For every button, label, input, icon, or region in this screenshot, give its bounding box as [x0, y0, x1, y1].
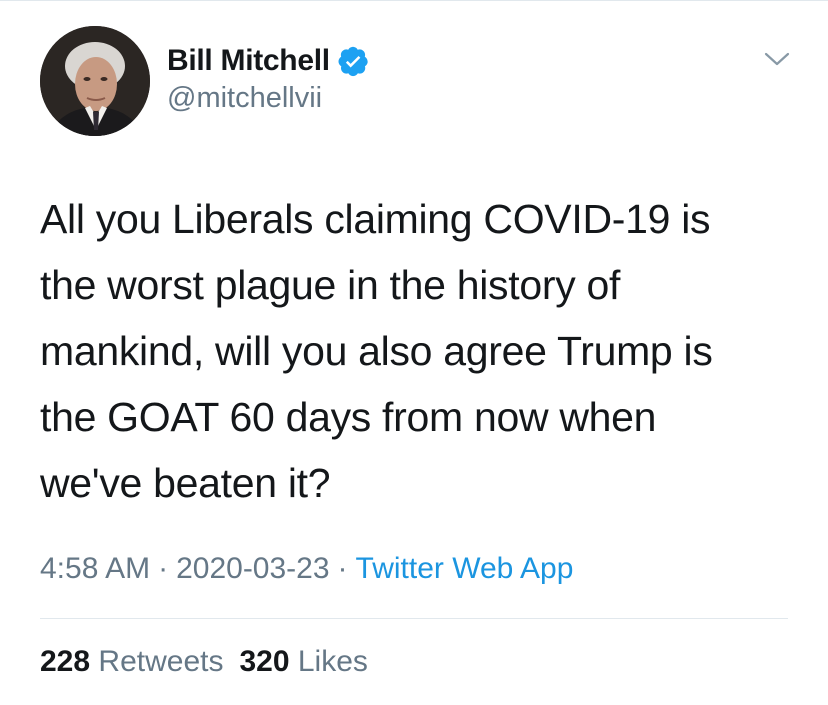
- stats-divider: [40, 618, 788, 619]
- tweet-source-link[interactable]: Twitter Web App: [356, 552, 574, 585]
- verified-badge-icon: [338, 46, 369, 77]
- chevron-down-icon[interactable]: [764, 50, 790, 68]
- retweets-label: Retweets: [98, 645, 224, 678]
- author-display-name[interactable]: Bill Mitchell: [167, 44, 330, 78]
- tweet-date[interactable]: 2020-03-23: [176, 552, 329, 585]
- tweet-stats: 228 Retweets 320 Likes: [40, 645, 384, 679]
- retweets-count: 228: [40, 645, 91, 678]
- avatar-image: [40, 26, 150, 136]
- tweet-text: All you Liberals claiming COVID-19 is th…: [40, 196, 713, 506]
- tweet-meta: 4:58 AM · 2020-03-23 · Twitter Web App: [40, 552, 573, 586]
- avatar[interactable]: [40, 26, 150, 136]
- top-divider: [0, 0, 828, 1]
- likes-count: 320: [239, 645, 290, 678]
- meta-separator: ·: [337, 552, 348, 585]
- meta-separator: ·: [158, 552, 169, 585]
- likes-stat[interactable]: 320 Likes: [239, 645, 367, 678]
- tweet-card: Bill Mitchell @mitchellvii All you Liber…: [0, 0, 828, 705]
- author-name-row[interactable]: Bill Mitchell: [167, 42, 369, 80]
- tweet-time[interactable]: 4:58 AM: [40, 552, 150, 585]
- retweets-stat[interactable]: 228 Retweets: [40, 645, 223, 678]
- likes-label: Likes: [297, 645, 368, 678]
- author-handle[interactable]: @mitchellvii: [167, 82, 322, 115]
